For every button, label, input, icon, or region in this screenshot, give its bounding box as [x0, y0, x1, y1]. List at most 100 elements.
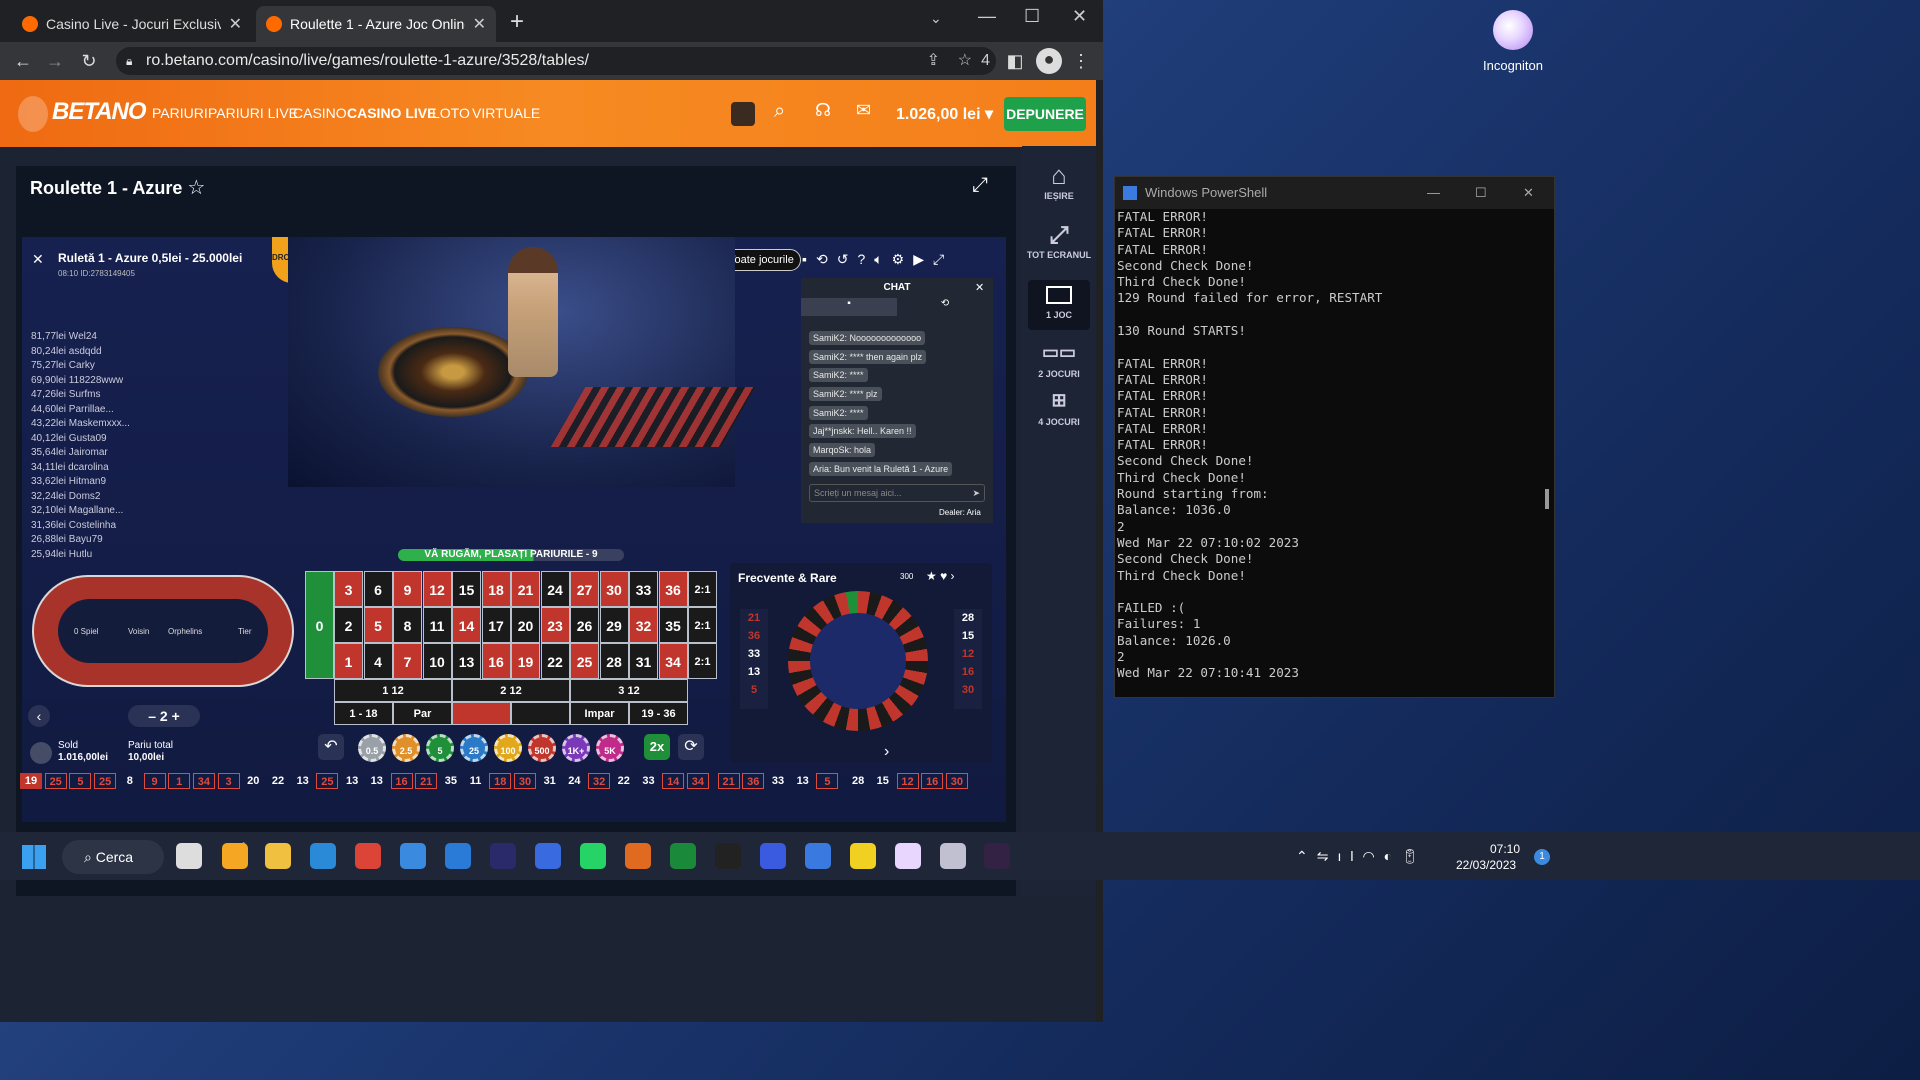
bet-cell-6[interactable]: 6: [363, 571, 393, 607]
tab-search-icon[interactable]: ⌄: [930, 10, 942, 27]
bet-cell-29[interactable]: 29: [599, 607, 629, 643]
settings-gear-icon[interactable]: ⚙: [892, 251, 914, 267]
bet-cell-22[interactable]: 22: [540, 643, 570, 679]
stake-stepper[interactable]: – 2 +: [128, 705, 200, 727]
bet-cell-0[interactable]: 0: [305, 571, 334, 679]
search-icon[interactable]: ⌕: [774, 100, 785, 123]
bet-cell-34[interactable]: 34: [658, 643, 688, 679]
url-input[interactable]: 🔒︎ ro.betano.com/casino/live/games/roule…: [116, 47, 996, 75]
sidebar-2-games[interactable]: ▭▭ 2 JOCURI: [1022, 342, 1096, 379]
chip-5[interactable]: 5: [426, 734, 454, 762]
chrome-icon[interactable]: [355, 843, 381, 869]
bet-column-2[interactable]: 2:1: [688, 607, 717, 643]
racetrack[interactable]: 0 Spiel Voisin Orphelins Tier: [32, 575, 294, 687]
forward-icon[interactable]: →: [44, 50, 66, 72]
bet-cell-5[interactable]: 5: [363, 607, 393, 643]
table-name[interactable]: Ruletă 1 - Azure 0,5lei - 25.000lei: [58, 251, 242, 265]
clock-time[interactable]: 07:10: [1490, 842, 1520, 856]
nav-casino-live[interactable]: CASINO LIVE: [347, 105, 436, 121]
extensions-count[interactable]: 4: [981, 47, 990, 75]
sidebar-4-games[interactable]: ⊞ 4 JOCURI: [1022, 390, 1096, 427]
close-window-icon[interactable]: ✕: [1072, 6, 1087, 27]
bet-cell-13[interactable]: 13: [452, 643, 481, 679]
app-icon[interactable]: [625, 843, 651, 869]
bet-column-1[interactable]: 2:1: [688, 571, 717, 607]
send-icon[interactable]: ➤: [972, 485, 980, 501]
browser-menu-icon[interactable]: ⋮: [1070, 50, 1092, 72]
bet-cell-4[interactable]: 4: [363, 643, 393, 679]
bet-cell-32[interactable]: 32: [629, 607, 658, 643]
support-icon[interactable]: ☊: [815, 100, 831, 121]
next-page-icon[interactable]: ›: [884, 743, 889, 761]
bet-cell-19[interactable]: 19: [511, 643, 540, 679]
new-tab-button[interactable]: +: [510, 8, 524, 36]
prev-icon[interactable]: ‹: [28, 705, 50, 727]
incogniton-desktop-icon[interactable]: Incogniton: [1478, 10, 1548, 76]
bet-cell-18[interactable]: 18: [481, 571, 511, 607]
edge-icon[interactable]: [310, 843, 336, 869]
gift-icon[interactable]: [731, 102, 755, 126]
racetrack-voisin[interactable]: Voisin: [128, 627, 149, 636]
bet-cell-30[interactable]: 30: [599, 571, 629, 607]
file-explorer-icon[interactable]: [265, 843, 291, 869]
bet-cell-26[interactable]: 26: [570, 607, 599, 643]
chip-100[interactable]: 100: [494, 734, 522, 762]
store-icon[interactable]: [400, 843, 426, 869]
task-view-icon[interactable]: [176, 843, 202, 869]
chip-500[interactable]: 500: [528, 734, 556, 762]
mute-icon[interactable]: 🔈︎: [874, 251, 891, 267]
bet-cell-21[interactable]: 21: [511, 571, 540, 607]
whatsapp-icon[interactable]: [580, 843, 606, 869]
double-button[interactable]: 2x: [644, 734, 670, 760]
bet-cell-10[interactable]: 10: [422, 643, 452, 679]
app2-icon[interactable]: [760, 843, 786, 869]
weather-icon[interactable]: [222, 843, 248, 869]
bet-cell-35[interactable]: 35: [658, 607, 688, 643]
share-icon[interactable]: ⇪: [927, 47, 940, 75]
bet-outside-3[interactable]: [511, 702, 570, 725]
powershell-output[interactable]: FATAL ERROR! FATAL ERROR! FATAL ERROR! S…: [1117, 209, 1382, 682]
bet-cell-33[interactable]: 33: [629, 571, 658, 607]
bet-column-3[interactable]: 2:1: [688, 643, 717, 679]
mail-icon[interactable]: ✉: [856, 100, 871, 121]
bet-cell-8[interactable]: 8: [393, 607, 422, 643]
bet-outside-0[interactable]: 1 - 18: [334, 702, 393, 725]
bet-cell-27[interactable]: 27: [570, 571, 599, 607]
bet-cell-14[interactable]: 14: [452, 607, 481, 643]
deposit-button[interactable]: DEPUNERE: [1004, 97, 1086, 131]
clock-date[interactable]: 22/03/2023: [1456, 858, 1516, 872]
racetrack-zero-spiel[interactable]: 0 Spiel: [74, 627, 98, 636]
ps-maximize-icon[interactable]: ☐: [1475, 177, 1487, 209]
account-balance[interactable]: 1.026,00 lei ▾: [896, 104, 993, 124]
reload-icon[interactable]: ↻: [78, 50, 100, 72]
nav-casino[interactable]: CASINO: [293, 105, 347, 121]
sidebar-1-game[interactable]: 1 JOC: [1028, 280, 1090, 330]
bet-outside-1[interactable]: Par: [393, 702, 452, 725]
rewind-icon[interactable]: ↺: [837, 251, 858, 267]
profile-icon[interactable]: ●: [1036, 48, 1062, 74]
bet-outside-5[interactable]: 19 - 36: [629, 702, 688, 725]
tab-roulette[interactable]: Roulette 1 - Azure Joc Online - Jc ✕: [256, 6, 496, 42]
chip-25[interactable]: 25: [460, 734, 488, 762]
bet-cell-25[interactable]: 25: [570, 643, 599, 679]
favorite-star-icon[interactable]: ☆: [187, 177, 205, 199]
powershell-taskbar-icon[interactable]: [535, 843, 561, 869]
emoji-app-icon[interactable]: [850, 843, 876, 869]
bet-cell-11[interactable]: 11: [422, 607, 452, 643]
chat-tab-history[interactable]: ⟲: [897, 298, 993, 316]
close-table-icon[interactable]: ✕: [32, 251, 44, 268]
bet-cell-2[interactable]: 2: [334, 607, 363, 643]
snipping-icon[interactable]: [940, 843, 966, 869]
sidebar-fullscreen[interactable]: ⤢ TOT ECRANUL: [1022, 222, 1096, 260]
bet-cell-17[interactable]: 17: [481, 607, 511, 643]
after-effects-icon[interactable]: [490, 843, 516, 869]
live-video-stream[interactable]: [288, 237, 756, 487]
vscode-icon[interactable]: [445, 843, 471, 869]
nav-loto[interactable]: LOTO: [432, 105, 470, 121]
bet-outside-4[interactable]: Impar: [570, 702, 629, 725]
chat-close-icon[interactable]: ✕: [975, 281, 984, 294]
chip-2.5[interactable]: 2.5: [392, 734, 420, 762]
bet-cell-15[interactable]: 15: [452, 571, 481, 607]
chip-5K[interactable]: 5K: [596, 734, 624, 762]
betano-logo[interactable]: BETANO: [52, 98, 147, 126]
